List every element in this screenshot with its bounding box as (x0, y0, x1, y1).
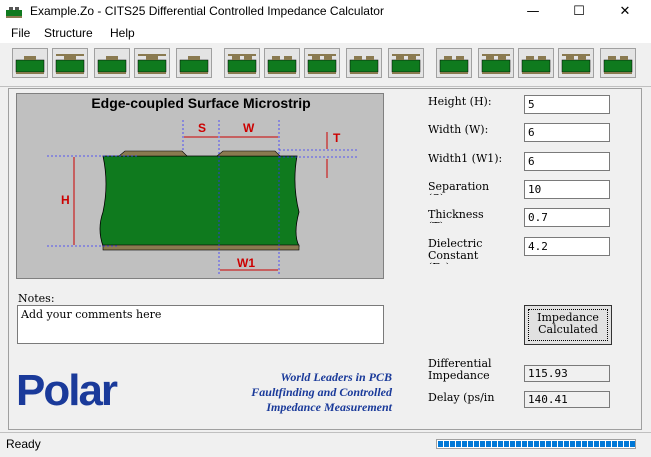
maximize-button[interactable]: ☐ (556, 0, 602, 23)
notes-field[interactable]: Add your comments here (17, 305, 384, 344)
microstrip-icon (521, 56, 551, 74)
width1-input[interactable]: 6 (524, 152, 610, 171)
structure-diagram: Edge-coupled Surface Microstrip S W T H … (16, 93, 384, 279)
width-label: Width (W): (428, 123, 489, 136)
toolbar-structure-1-button[interactable] (12, 48, 48, 78)
minimize-button[interactable]: — (510, 0, 556, 23)
menu-structure[interactable]: Structure (44, 26, 93, 40)
dielectric-input[interactable]: 4.2 (524, 237, 610, 256)
impedance-label-2: Impedance (428, 369, 490, 382)
toolbar-structure-15-button[interactable] (600, 48, 636, 78)
menu-bar: File Structure Help (0, 23, 651, 43)
microstrip-icon (481, 54, 511, 74)
polar-logo: Polar (16, 366, 118, 415)
width-input[interactable]: 6 (524, 123, 610, 142)
toolbar-structure-8-button[interactable] (304, 48, 340, 78)
slogan-line3: Impedance Measurement (266, 400, 392, 414)
calculate-impedance-button[interactable]: Impedance Calculated (524, 305, 612, 345)
close-button[interactable]: ✕ (602, 0, 648, 23)
label-w1: W1 (237, 256, 255, 270)
toolbar-structure-6-button[interactable] (224, 48, 260, 78)
toolbar-structure-14-button[interactable] (558, 48, 594, 78)
slogan-line1: World Leaders in PCB (280, 370, 392, 384)
dielectric-substrate (99, 155, 300, 247)
height-input[interactable]: 5 (524, 95, 610, 114)
title-bar: Example.Zo - CITS25 Differential Control… (0, 0, 651, 24)
toolbar-structure-4-button[interactable] (134, 48, 170, 78)
toolbar-structure-5-button[interactable] (176, 48, 212, 78)
width1-label: Width1 (W1): (428, 152, 503, 165)
microstrip-icon (307, 54, 337, 74)
microstrip-icon (55, 54, 85, 74)
status-bar: Ready (0, 432, 651, 457)
toolbar-structure-9-button[interactable] (346, 48, 382, 78)
calculate-line2: Calculated (538, 323, 598, 336)
label-w: W (243, 121, 255, 135)
toolbar-structure-10-button[interactable] (388, 48, 424, 78)
toolbar (0, 44, 651, 87)
slogan-line2: Faultfinding and Controlled (251, 385, 392, 399)
microstrip-icon (391, 54, 421, 74)
progress-fill (438, 441, 635, 447)
microstrip-icon (561, 54, 591, 74)
microstrip-icon (15, 56, 45, 74)
thickness-input[interactable]: 0.7 (524, 208, 610, 227)
microstrip-icon (349, 56, 379, 74)
delay-output: 140.41 (524, 391, 610, 408)
label-h: H (61, 193, 70, 207)
microstrip-icon (97, 56, 127, 74)
microstrip-icon (227, 54, 257, 74)
microstrip-icon (439, 56, 469, 74)
company-slogan: World Leaders in PCB Faultfinding and Co… (200, 370, 392, 415)
menu-help[interactable]: Help (110, 26, 135, 40)
toolbar-structure-11-button[interactable] (436, 48, 472, 78)
progress-bar (436, 439, 636, 449)
impedance-output: 115.93 (524, 365, 610, 382)
thickness-label: Thickness (T): (428, 209, 484, 223)
toolbar-structure-12-button[interactable] (478, 48, 514, 78)
label-s: S (198, 121, 207, 135)
status-text: Ready (6, 437, 41, 451)
microstrip-icon (267, 56, 297, 74)
toolbar-structure-13-button[interactable] (518, 48, 554, 78)
height-label: Height (H): (428, 95, 492, 108)
microstrip-icon (137, 54, 167, 74)
dielectric-label: Dielectric Constant (Er): (428, 238, 483, 264)
label-t: T (333, 131, 341, 145)
trace-right (216, 150, 281, 157)
window-title: Example.Zo - CITS25 Differential Control… (30, 4, 384, 18)
separation-input[interactable]: 10 (524, 180, 610, 199)
toolbar-structure-2-button[interactable] (52, 48, 88, 78)
toolbar-structure-7-button[interactable] (264, 48, 300, 78)
app-icon (6, 7, 22, 18)
toolbar-structure-3-button[interactable] (94, 48, 130, 78)
microstrip-icon (603, 56, 633, 74)
menu-file[interactable]: File (11, 26, 30, 40)
trace-left (118, 150, 188, 157)
microstrip-icon (179, 56, 209, 74)
separation-label: Separation (S): (428, 181, 490, 195)
ground-plane (102, 244, 300, 251)
notes-label: Notes: (18, 292, 55, 305)
delay-label: Delay (ps/in (428, 391, 495, 404)
